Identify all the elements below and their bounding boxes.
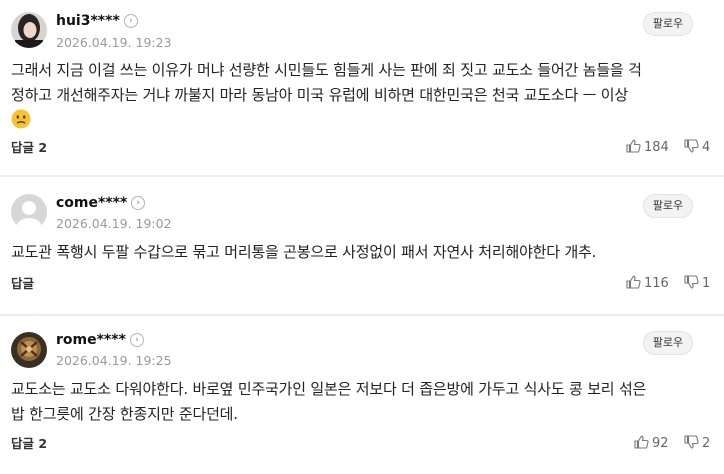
like-button[interactable]: 92 [634, 435, 669, 452]
avatar[interactable] [11, 12, 47, 48]
reply-button[interactable]: 답글 2 [11, 140, 47, 156]
comment-text: 그래서 지금 이걸 쓰는 이유가 머냐 선량한 시민들도 힘들게 사는 판에 죄… [11, 58, 711, 133]
chevron-right-icon[interactable]: › [129, 333, 144, 347]
thumbs-down-icon [684, 435, 699, 449]
dislike-count: 4 [702, 140, 711, 155]
thumbs-up-icon [634, 435, 649, 449]
username[interactable]: hui3**** › [56, 12, 138, 30]
dislike-button[interactable]: 4 [684, 139, 710, 156]
thumbs-up-icon [626, 139, 641, 153]
like-count: 116 [644, 276, 669, 291]
dislike-count: 2 [702, 436, 711, 451]
comment-date: 2026.04.19. 19:02 [56, 216, 172, 231]
comment-date: 2026.04.19. 19:23 [56, 35, 172, 50]
comment-item: come**** › 2026.04.19. 19:02 팔로우 교도관 폭행시 … [0, 177, 724, 316]
avatar[interactable] [11, 332, 47, 368]
thumbs-up-icon [626, 275, 641, 289]
follow-button[interactable]: 팔로우 [643, 12, 693, 36]
comment-item: rome**** › 2026.04.19. 19:25 팔로우 교도소는 교도소… [0, 316, 724, 474]
username[interactable]: rome**** › [56, 331, 144, 349]
comment-date: 2026.04.19. 19:25 [56, 353, 172, 368]
dislike-count: 1 [702, 276, 711, 291]
chevron-right-icon[interactable]: › [123, 14, 138, 28]
follow-button[interactable]: 팔로우 [643, 194, 693, 218]
reply-button[interactable]: 답글 [11, 276, 34, 292]
avatar[interactable] [11, 194, 47, 230]
like-count: 92 [652, 436, 669, 451]
grimace-emoji-icon [11, 109, 31, 129]
username[interactable]: come**** › [56, 194, 146, 212]
thumbs-down-icon [684, 139, 699, 153]
thumbs-down-icon [684, 275, 699, 289]
follow-button[interactable]: 팔로우 [643, 331, 693, 355]
comment-text: 교도소는 교도소 다워야한다. 바로옆 민주국가인 일본은 저보다 더 좁은방에… [11, 380, 647, 423]
like-count: 184 [644, 140, 669, 155]
comment-item: hui3**** › 2026.04.19. 19:23 팔로우 그래서 지금 이… [0, 0, 724, 175]
like-button[interactable]: 184 [626, 139, 669, 156]
dislike-button[interactable]: 1 [684, 275, 710, 292]
like-button[interactable]: 116 [626, 275, 669, 292]
chevron-right-icon[interactable]: › [131, 196, 146, 210]
reply-button[interactable]: 답글 2 [11, 436, 47, 452]
dislike-button[interactable]: 2 [684, 435, 710, 452]
comment-text: 교도관 폭행시 두팔 수갑으로 묶고 머리통을 곤봉으로 사정없이 패서 자연사… [11, 243, 597, 261]
